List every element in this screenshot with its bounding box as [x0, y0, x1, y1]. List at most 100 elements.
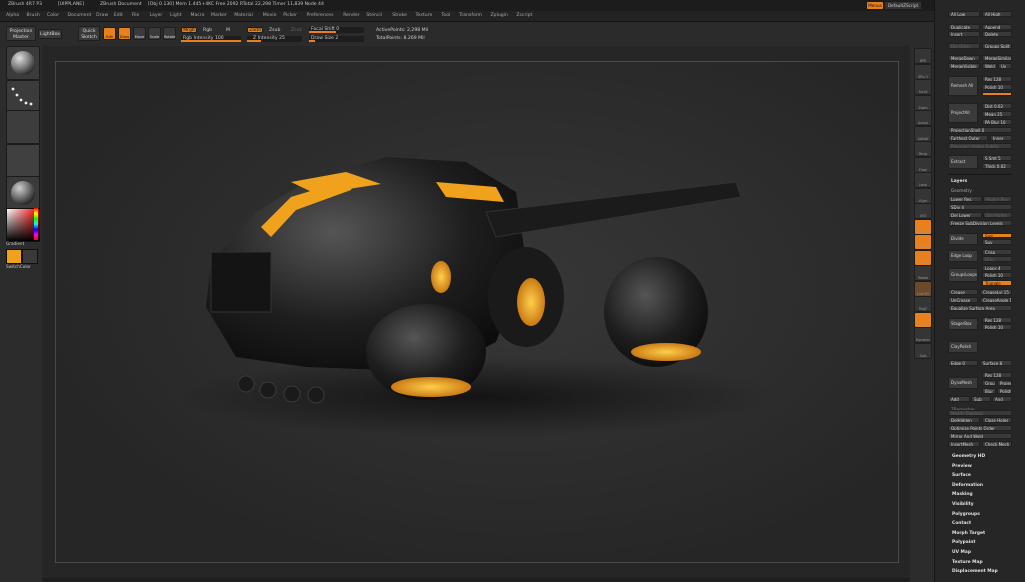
merge-down-button[interactable]: MergeDown — [948, 55, 980, 61]
pa-blur-slider[interactable]: PA Blur 10 — [982, 119, 1012, 125]
switch-color-label[interactable]: SwitchColor — [6, 264, 31, 269]
menu-movie[interactable]: Movie — [263, 13, 277, 18]
menu-light[interactable]: Light — [170, 13, 181, 18]
menu-picker[interactable]: Picker — [283, 13, 297, 18]
menu-material[interactable]: Material — [234, 13, 253, 18]
farthest-outer-button[interactable]: Farthest Outer — [948, 135, 988, 141]
dynamesh-button[interactable]: DynaMesh — [948, 377, 978, 389]
triangle-toggle[interactable]: Triangle — [982, 280, 1012, 286]
polish-geo-slider[interactable]: Polish 10 — [982, 272, 1012, 278]
merge-similar-button[interactable]: MergeSimilar — [982, 55, 1012, 61]
dynamesh-res-slider[interactable]: Res 128 — [982, 372, 1012, 378]
canvas-area[interactable] — [42, 46, 910, 578]
menu-zplugin[interactable]: Zplugin — [491, 13, 508, 18]
m-button[interactable]: M — [226, 28, 230, 33]
rgb-button[interactable]: Rgb — [203, 28, 212, 33]
add-button[interactable]: Add — [948, 396, 970, 402]
scale-button[interactable]: Scale — [148, 27, 161, 40]
insert-button[interactable]: Insert — [948, 31, 980, 37]
crease-button[interactable]: Crease — [948, 289, 978, 295]
stroke-thumbnail[interactable] — [6, 80, 40, 114]
menu-zscript[interactable]: Zscript — [516, 13, 532, 18]
weld-button[interactable]: Weld — [982, 63, 997, 69]
blur-slider[interactable]: Blur — [982, 388, 996, 394]
clay-polish-button[interactable]: ClayPolish — [948, 341, 978, 353]
del-hidden-button[interactable]: DelHidden — [948, 417, 980, 423]
tool-dynamic[interactable]: Dynamic — [914, 327, 932, 343]
crease-lvl-slider[interactable]: CreaseLvl 15 — [980, 289, 1012, 295]
tool-frame[interactable]: Frame — [914, 218, 932, 235]
palette-geometry-hd[interactable]: Geometry HD — [952, 454, 985, 459]
groups-split-button[interactable]: Groups Split — [982, 43, 1012, 49]
palette-preview[interactable]: Preview — [952, 464, 972, 469]
document-viewport[interactable] — [55, 61, 899, 563]
all-low-button[interactable]: All Low — [948, 11, 980, 17]
material-thumbnail[interactable] — [6, 176, 40, 210]
gradient-label[interactable]: Gradient — [6, 241, 24, 246]
palette-contact[interactable]: Contact — [952, 521, 971, 526]
palette-texture-map[interactable]: Texture Map — [952, 560, 983, 565]
close-holes-button[interactable]: Close Holes — [982, 417, 1012, 423]
quick-sketch-button[interactable]: Quick Sketch — [78, 26, 100, 41]
tool-local[interactable]: Local — [914, 172, 932, 188]
menu-texture[interactable]: Texture — [416, 13, 433, 18]
edge-loop-button[interactable]: Edge Loop — [948, 250, 978, 262]
menu-layer[interactable]: Layer — [150, 13, 163, 18]
tool-transp[interactable]: Transp — [914, 311, 932, 328]
group-toggle[interactable]: Group — [982, 380, 996, 386]
tool-aahalf[interactable]: AAHalf — [914, 125, 932, 142]
suv-toggle[interactable]: Suv — [982, 239, 1012, 245]
dynamesh-polish-toggle[interactable]: Polish — [997, 388, 1012, 394]
delete-button[interactable]: Delete — [982, 31, 1012, 37]
modify-topology-button[interactable]: Modify Topology — [948, 410, 1012, 416]
zadd-button[interactable]: Zadd — [247, 27, 263, 33]
menu-color[interactable]: Color — [47, 13, 59, 18]
uncrease-button[interactable]: UnCrease — [948, 297, 978, 303]
smt-toggle[interactable]: Smt — [982, 233, 1012, 238]
sdiv-slider[interactable]: SDiv 4 — [948, 204, 1012, 210]
merge-visible-button[interactable]: MergeVisible — [948, 63, 980, 69]
canvas-scrollbar[interactable] — [42, 578, 910, 582]
palette-polypaint[interactable]: Polypaint — [952, 540, 975, 545]
tool-bpr[interactable]: BPR — [914, 48, 932, 64]
remesh-all-button[interactable]: Remesh All — [948, 76, 978, 96]
palette-displacement-map[interactable]: Displacement Map — [952, 569, 998, 574]
divide-button[interactable]: Divide — [948, 233, 978, 245]
main-color-swatch[interactable] — [6, 249, 22, 264]
thick-slider[interactable]: Thick 0.02 — [982, 163, 1012, 169]
extract-button[interactable]: Extract — [948, 155, 978, 169]
default-zscript-button[interactable]: DefaultZScript — [885, 2, 921, 9]
palette-deformation[interactable]: Deformation — [952, 483, 983, 488]
brush-thumbnail[interactable] — [6, 46, 40, 80]
geometry-header[interactable]: Geometry — [951, 188, 972, 193]
move-button[interactable]: Move — [133, 27, 146, 40]
palette-visibility[interactable]: Visibility — [952, 502, 974, 507]
s-smt-slider[interactable]: S Smt 5 — [982, 155, 1012, 161]
tool-persp[interactable]: Persp — [914, 141, 932, 157]
crease-angle-slider[interactable]: CreaseAngle 15 — [980, 297, 1012, 303]
menu-macro[interactable]: Macro — [191, 13, 205, 18]
rotate-button[interactable]: Rotate — [163, 27, 176, 40]
menu-stencil[interactable]: Stencil — [366, 13, 382, 18]
polish-slider[interactable]: Polish 10 — [982, 84, 1012, 90]
mirror-weld-button[interactable]: Mirror And Weld — [948, 433, 1012, 439]
project-toggle[interactable]: Project — [997, 380, 1012, 386]
edge-slider[interactable]: Edge 0 — [948, 360, 978, 366]
menu-edit[interactable]: Edit — [114, 13, 123, 18]
tool-zoom[interactable]: Zoom — [914, 94, 932, 111]
tool-lsym[interactable]: LSym — [914, 187, 932, 204]
tool-rotate[interactable]: Rotate — [914, 265, 932, 281]
higher-res-button[interactable]: Higher Res — [983, 196, 1012, 202]
menu-transform[interactable]: Transform — [459, 13, 482, 18]
palette-morph-target[interactable]: Morph Target — [952, 531, 985, 536]
menu-alpha[interactable]: Alpha — [6, 13, 19, 18]
layers-header[interactable]: Layers — [951, 179, 967, 184]
sub-button[interactable]: Sub — [971, 396, 991, 402]
alpha-thumbnail[interactable] — [6, 110, 40, 144]
mrgb-button[interactable]: Mrgb — [181, 27, 197, 33]
check-mesh-button[interactable]: Check Mesh — [982, 441, 1012, 447]
draw-button[interactable]: Draw — [118, 27, 131, 40]
optimize-points-button[interactable]: Optimize Points Order — [948, 425, 1012, 431]
crisp-toggle[interactable]: Crisp — [982, 249, 1012, 255]
texture-thumbnail[interactable] — [6, 144, 40, 178]
